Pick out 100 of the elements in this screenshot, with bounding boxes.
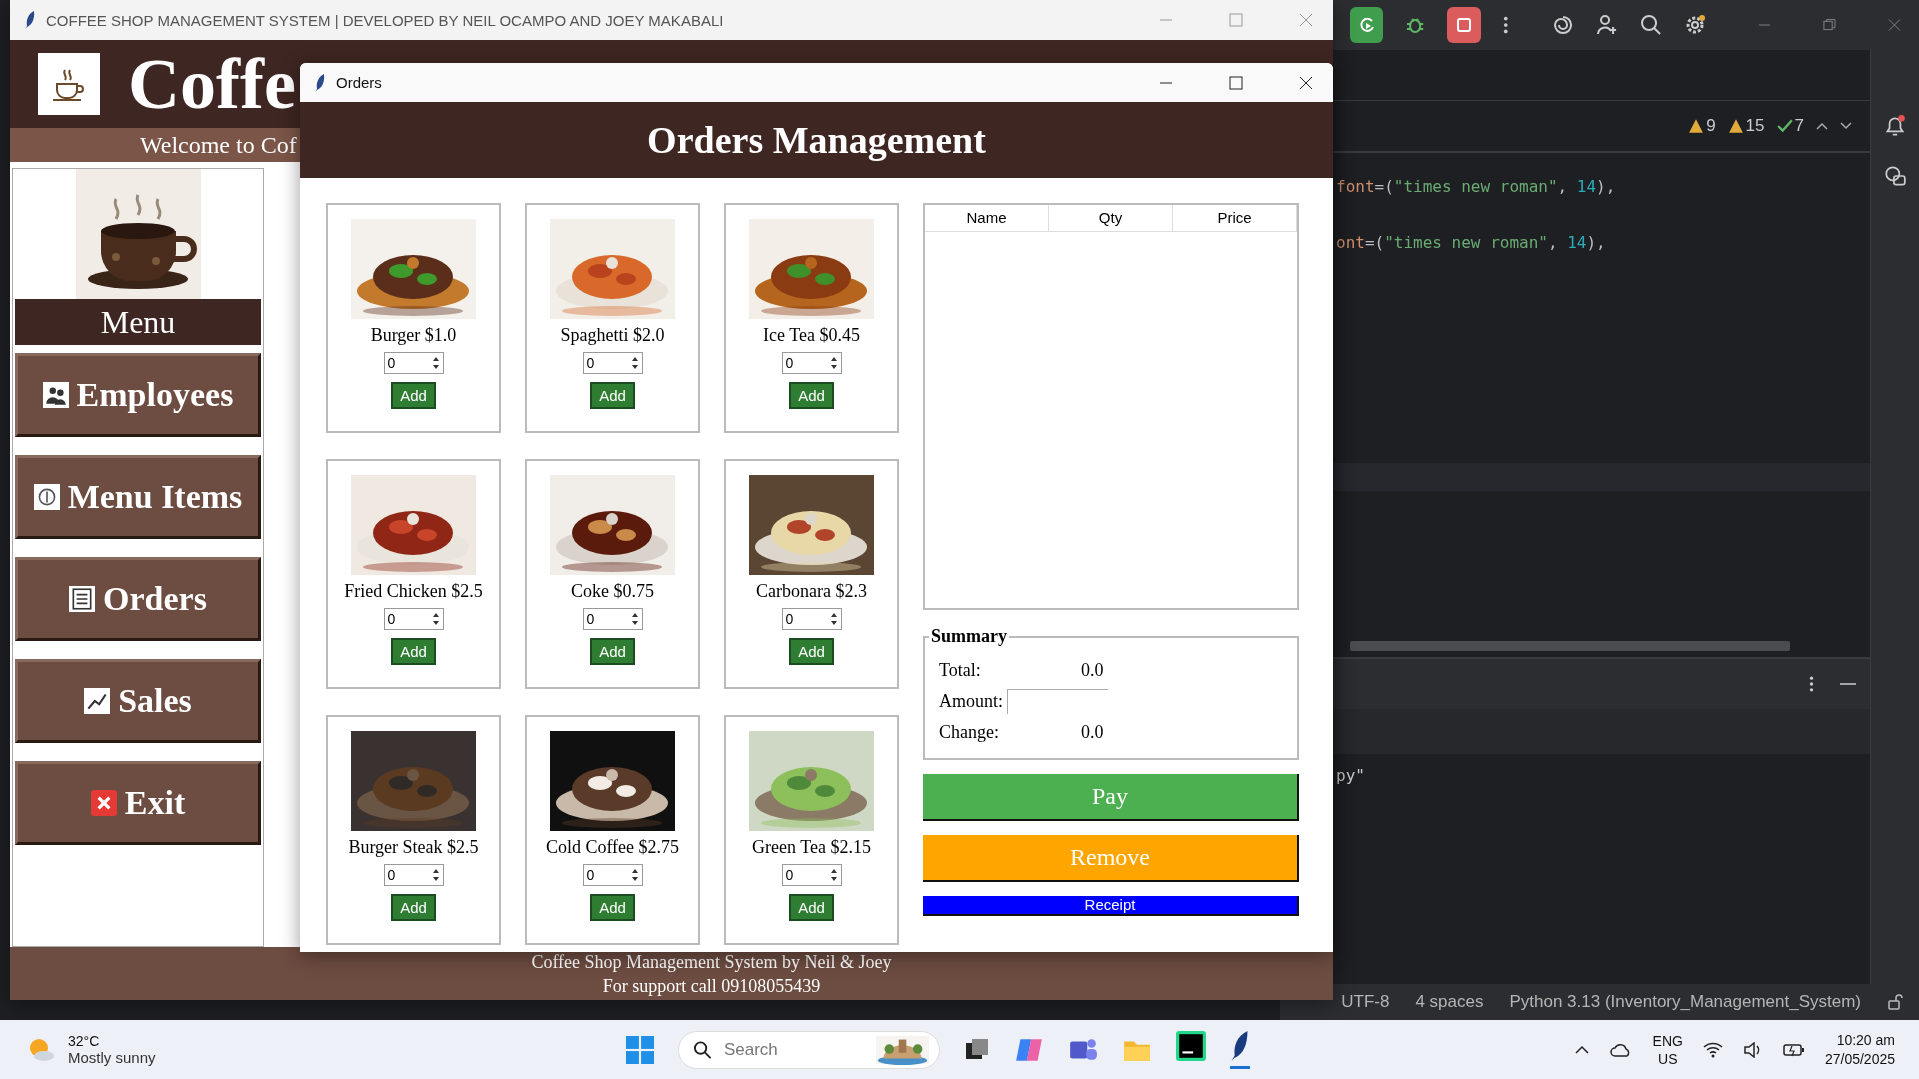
summary-value: 0.0 (1081, 660, 1104, 681)
spin-arrows-icon[interactable] (829, 867, 838, 883)
column-header[interactable]: Price (1173, 205, 1297, 232)
action-button[interactable]: Receipt (923, 896, 1299, 916)
product-name: Ice Tea $0.45 (763, 325, 860, 346)
window-title: Orders (336, 74, 382, 91)
clock[interactable]: 10:20 am 27/05/2025 (1824, 1030, 1895, 1069)
windows-start-icon[interactable] (626, 1035, 654, 1064)
column-header[interactable]: Name (925, 205, 1049, 232)
feather-icon[interactable] (1230, 1030, 1250, 1062)
search-icon[interactable] (1640, 13, 1663, 37)
quantity-spinbox[interactable]: 0 (383, 352, 444, 374)
search-field[interactable]: Search (721, 1038, 866, 1061)
inspection-count[interactable]: 15 (1727, 116, 1765, 136)
code-line: ont=("times new roman", 14), (1336, 233, 1607, 254)
summary-title: Summary (930, 626, 1008, 647)
add-button[interactable]: Add (590, 894, 635, 921)
restore-icon[interactable] (1823, 18, 1837, 32)
product-name: Spaghetti $2.0 (560, 325, 665, 346)
people-icon (42, 382, 69, 408)
product-name: Green Tea $2.15 (752, 837, 871, 858)
nav-button[interactable]: Sales (15, 659, 261, 743)
maximize-icon[interactable] (1229, 75, 1243, 90)
product-name: Burger Steak $2.5 (348, 837, 479, 858)
scrollbar[interactable] (1350, 641, 1790, 651)
warning-icon (1688, 118, 1705, 134)
settings-icon[interactable] (1684, 13, 1707, 37)
lock-icon[interactable] (1887, 994, 1903, 1010)
chat-icon[interactable] (1883, 164, 1907, 188)
product-name: Burger $1.0 (370, 325, 457, 346)
weather-condition[interactable]: Mostly sunny (68, 1049, 156, 1066)
status-item[interactable]: Python 3.13 (Inventory_Management_System) (1509, 992, 1861, 1012)
rerun-button[interactable] (1350, 7, 1384, 43)
product-name: Carbonara $2.3 (756, 581, 867, 602)
window-title: COFFEE SHOP MANAGEMENT SYSTEM | DEVELOPED BY NEIL OCAMPO AND JOEY MAKABALI (46, 11, 724, 29)
quantity-spinbox[interactable]: 0 (582, 608, 643, 630)
spin-arrows-icon[interactable] (630, 355, 639, 371)
quantity-spinbox[interactable]: 0 (781, 864, 842, 886)
more-icon[interactable] (1502, 15, 1508, 35)
status-item[interactable]: 4 spaces (1415, 992, 1484, 1012)
spin-arrows-icon[interactable] (829, 611, 838, 627)
inspection-count[interactable]: 7 (1776, 116, 1804, 136)
inspection-count[interactable]: 9 (1688, 116, 1716, 136)
app-title: Coffe (128, 42, 296, 126)
chevron-up-icon[interactable] (1574, 1044, 1589, 1055)
add-button[interactable]: Add (590, 382, 635, 409)
quantity-spinbox[interactable]: 0 (582, 352, 643, 374)
spin-arrows-icon[interactable] (431, 867, 440, 883)
battery-icon[interactable] (1782, 1042, 1805, 1057)
footer-text: Coffee Shop Management System by Neil & Joey (531, 950, 892, 974)
add-button[interactable]: Add (391, 638, 436, 665)
more-icon[interactable] (1809, 675, 1814, 693)
minimize-icon[interactable] (1840, 682, 1856, 686)
summary-label: Amount: (939, 691, 1004, 712)
close-icon[interactable] (1299, 75, 1313, 90)
chevron-up-icon[interactable] (1816, 122, 1828, 130)
product-name: Cold Coffee $2.75 (545, 837, 680, 858)
nav-button[interactable]: Exit (15, 761, 261, 845)
chevron-down-icon[interactable] (1840, 122, 1852, 130)
add-button[interactable]: Add (789, 382, 834, 409)
spin-arrows-icon[interactable] (829, 355, 838, 371)
add-button[interactable]: Add (391, 382, 436, 409)
quantity-spinbox[interactable]: 0 (383, 864, 444, 886)
stop-button[interactable] (1447, 7, 1481, 43)
ide-app-icon[interactable] (1176, 1031, 1206, 1061)
add-button[interactable]: Add (391, 894, 436, 921)
wifi-icon[interactable] (1702, 1041, 1723, 1058)
search-icon (693, 1039, 712, 1060)
nav-button[interactable]: Menu Items (15, 455, 261, 539)
column-header[interactable]: Qty (1049, 205, 1173, 232)
nav-button[interactable]: Employees (15, 353, 261, 437)
temperature[interactable]: 32°C (68, 1033, 156, 1049)
bell-icon[interactable] (1883, 114, 1907, 138)
footer-text: For support call 09108055439 (602, 974, 821, 998)
add-button[interactable]: Add (789, 894, 834, 921)
quantity-spinbox[interactable]: 0 (582, 864, 643, 886)
close-icon (90, 790, 117, 816)
add-button[interactable]: Add (789, 638, 834, 665)
add-user-icon[interactable] (1596, 13, 1619, 37)
plate-icon (33, 484, 60, 510)
summary-label: Change: (939, 722, 1000, 743)
quantity-spinbox[interactable]: 0 (781, 352, 842, 374)
quantity-spinbox[interactable]: 0 (781, 608, 842, 630)
spiral-icon[interactable] (1552, 13, 1575, 37)
feather-icon (314, 72, 326, 93)
status-item[interactable]: UTF-8 (1341, 992, 1390, 1012)
spin-arrows-icon[interactable] (630, 867, 639, 883)
spin-arrows-icon[interactable] (431, 355, 440, 371)
quantity-spinbox[interactable]: 0 (383, 608, 444, 630)
search-bar[interactable]: Search (678, 1030, 940, 1069)
spin-arrows-icon[interactable] (630, 611, 639, 627)
summary-value: 0.0 (1081, 722, 1104, 743)
add-button[interactable]: Add (590, 638, 635, 665)
chart-icon (84, 688, 111, 714)
nav-button[interactable]: Orders (15, 557, 261, 641)
product-name: Fried Chicken $2.5 (344, 581, 483, 602)
language-indicator[interactable]: ENG US (1652, 1031, 1683, 1068)
terminal-output: py" (1336, 766, 1365, 785)
spin-arrows-icon[interactable] (431, 611, 440, 627)
summary-label: Total: (939, 660, 982, 681)
